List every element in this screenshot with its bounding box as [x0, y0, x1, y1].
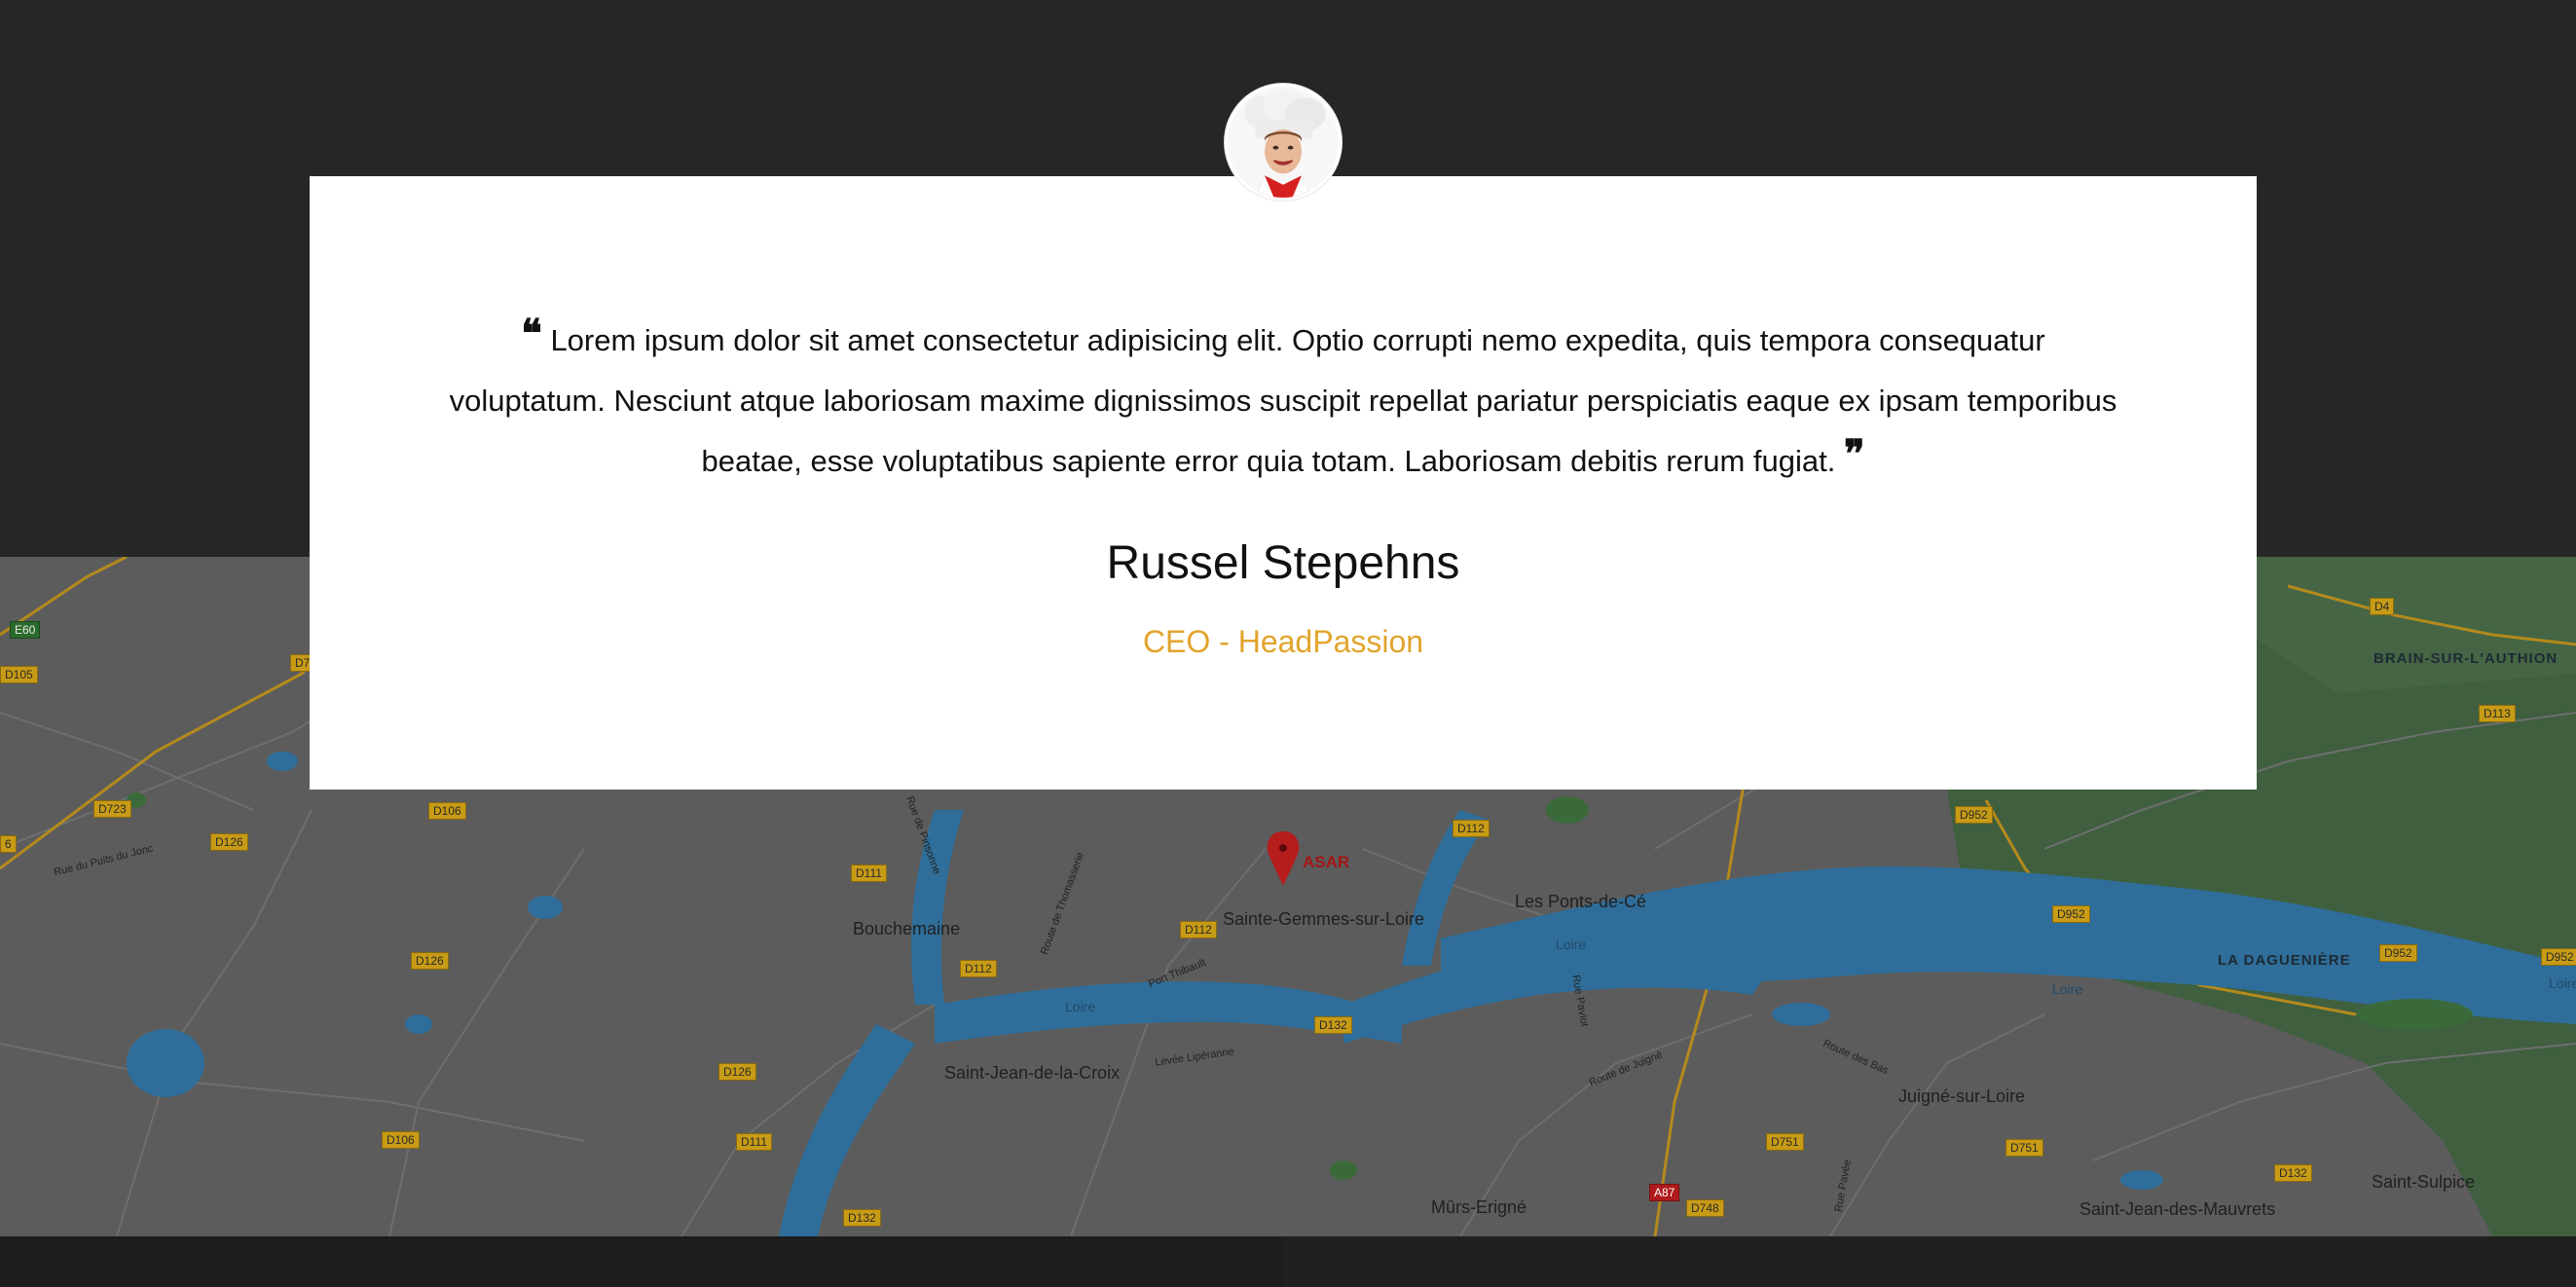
road-shield-d126-a: D126: [210, 833, 248, 851]
map-water-loire-2: Loire: [1556, 937, 1587, 952]
road-shield-d751-a: D751: [1766, 1133, 1804, 1151]
author-avatar: [1225, 84, 1342, 201]
road-shield-d723: D723: [93, 800, 131, 818]
testimonial-card: ❝ Lorem ipsum dolor sit amet consectetur…: [310, 176, 2257, 790]
map-water-loire-4: Loire: [2549, 975, 2576, 991]
road-shield-d4: D4: [2370, 598, 2395, 615]
map-water-loire-3: Loire: [2052, 981, 2083, 997]
road-shield-d111-b: D111: [736, 1133, 772, 1151]
open-quote-icon: ❝: [521, 311, 542, 356]
road-shield-d106-a: D106: [428, 802, 466, 820]
map-place-saint-jean: Saint-Jean-de-la-Croix: [944, 1063, 1121, 1083]
footer-left-panel: [0, 1236, 1283, 1287]
map-place-les-ponts-de-ce: Les Ponts-de-Cé: [1515, 892, 1647, 911]
close-quote-icon: ❞: [1843, 431, 1865, 477]
footer-right-panel: [1283, 1236, 2576, 1287]
map-place-brain: BRAIN-SUR-L'AUTHION: [2374, 650, 2558, 667]
testimonial-author-name: Russel Stepehns: [1106, 537, 1460, 589]
road-shield-d112-c: D112: [1453, 820, 1490, 837]
testimonial-quote-text: Lorem ipsum dolor sit amet consectetur a…: [449, 323, 2117, 478]
testimonial-author-role: CEO - HeadPassion: [1142, 624, 1424, 659]
road-shield-d113: D113: [2479, 705, 2516, 722]
map-place-juigne: Juigné-sur-Loire: [1898, 1086, 2026, 1106]
map-place-daguen: LA DAGUENIÈRE: [2218, 952, 2351, 969]
map-place-sainte-gemmes: Sainte-Gemmes-sur-Loire: [1223, 909, 1425, 929]
map-marker-label[interactable]: ASAR: [1303, 853, 1349, 872]
map-place-murs-erigne: Mûrs-Erigné: [1431, 1197, 1527, 1217]
road-shield-d952-d: D952: [2541, 948, 2576, 966]
road-shield-e60: E60: [10, 621, 41, 639]
map-place-bouchemaine: Bouchemaine: [853, 919, 961, 938]
map-water-loire-1: Loire: [1065, 999, 1096, 1014]
road-shield-d126-c: D126: [718, 1063, 756, 1081]
road-shield-d751-b: D751: [2006, 1139, 2043, 1157]
road-shield-d106-b: D106: [382, 1131, 420, 1149]
road-shield-d126-b: D126: [411, 952, 449, 970]
road-shield-d111-a: D111: [851, 864, 887, 882]
road-shield-d952-a: D952: [1955, 806, 1993, 824]
road-shield-d132-b: D132: [843, 1209, 881, 1227]
road-shield-d952-b: D952: [2052, 905, 2090, 923]
road-shield-d112-b: D112: [1180, 921, 1217, 938]
road-shield-d952-c: D952: [2379, 944, 2417, 962]
road-shield-d6: 6: [0, 835, 17, 853]
road-shield-d105: D105: [0, 666, 38, 683]
chef-avatar-image: [1228, 87, 1339, 198]
map-place-saint-sulpice: Saint-Sulpice: [2372, 1172, 2476, 1192]
testimonial-quote: ❝ Lorem ipsum dolor sit amet consectetur…: [446, 311, 2120, 492]
road-shield-d132-c: D132: [2274, 1164, 2312, 1182]
road-shield-d132-a: D132: [1314, 1016, 1352, 1034]
map-place-saint-jean-mauvrets: Saint-Jean-des-Mauvrets: [2079, 1199, 2276, 1219]
road-shield-d112-a: D112: [960, 960, 997, 977]
road-shield-a87: A87: [1649, 1184, 1680, 1201]
road-shield-d748: D748: [1686, 1199, 1724, 1217]
